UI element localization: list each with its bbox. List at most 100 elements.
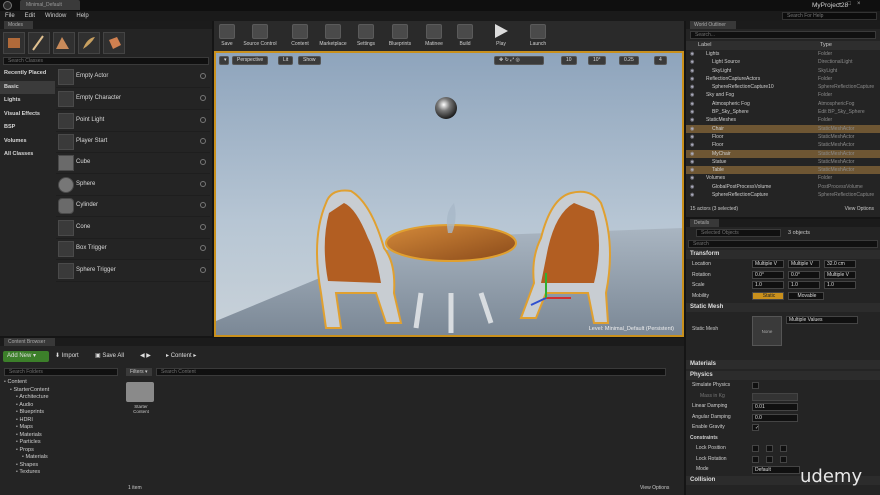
scale-x[interactable]: 1.0 [752, 281, 784, 289]
mass-field[interactable] [752, 392, 798, 401]
menu-file[interactable]: File [5, 11, 15, 21]
outliner-row[interactable]: ◉ Sky and Fog Folder [686, 91, 880, 99]
outliner-view-options[interactable]: View Options [845, 206, 874, 212]
content-view-options[interactable]: View Options [640, 485, 669, 491]
outliner-row[interactable]: ◉ Floor StaticMeshActor [686, 133, 880, 141]
place-item-empty-character[interactable]: Empty Character [56, 89, 210, 110]
outliner-row[interactable]: ◉ MyChair StaticMeshActor [686, 149, 880, 158]
outliner-row[interactable]: ◉ GlobalPostProcessVolume PostProcessVolum… [686, 183, 880, 191]
place-item-cube[interactable]: Cube [56, 153, 210, 174]
visibility-eye-icon[interactable]: ◉ [690, 125, 694, 133]
folder-tree-item[interactable]: ▪ Materials [4, 454, 120, 462]
folder-tree-item[interactable]: ▪ Content [4, 379, 120, 387]
visibility-eye-icon[interactable]: ◉ [690, 100, 694, 108]
outliner-row[interactable]: ◉ Lights Folder [686, 50, 880, 58]
place-item-sphere[interactable]: Sphere [56, 175, 210, 196]
details-tab[interactable]: Details [686, 219, 880, 227]
visibility-eye-icon[interactable]: ◉ [690, 158, 694, 166]
place-item-player-start[interactable]: Player Start [56, 132, 210, 153]
category-volumes[interactable]: Volumes [0, 135, 55, 149]
visibility-eye-icon[interactable]: ◉ [690, 150, 694, 158]
static-mesh-section[interactable]: Static Mesh [686, 303, 880, 312]
visibility-eye-icon[interactable]: ◉ [690, 75, 694, 83]
camera-speed[interactable]: 4 [654, 56, 667, 65]
lock-rotation-y-checkbox[interactable] [766, 455, 773, 463]
folder-tree-item[interactable]: ▪ Materials [4, 432, 120, 440]
visibility-eye-icon[interactable]: ◉ [690, 183, 694, 191]
category-all-classes[interactable]: All Classes [0, 148, 55, 162]
window-controls[interactable]: –□× [838, 1, 866, 7]
outliner-row[interactable]: ◉ Floor StaticMeshActor [686, 141, 880, 149]
menu-help[interactable]: Help [76, 11, 88, 21]
outliner-row[interactable]: ◉ BP_Sky_Sphere Edit BP_Sky_Sphere [686, 108, 880, 116]
visibility-eye-icon[interactable]: ◉ [690, 58, 694, 66]
modes-tab[interactable]: Modes [0, 21, 212, 29]
lock-rotation-z-checkbox[interactable] [780, 455, 787, 463]
details-search-input[interactable]: Search [688, 240, 878, 248]
search-content-input[interactable]: Search Content [156, 368, 666, 376]
visibility-eye-icon[interactable]: ◉ [690, 191, 694, 199]
outliner-row[interactable]: ◉ Chair StaticMeshActor [686, 124, 880, 133]
world-outliner-tab[interactable]: World Outliner [686, 21, 880, 29]
location-z[interactable]: 32.0 cm [824, 260, 856, 268]
help-icon[interactable] [200, 117, 206, 123]
filters-button[interactable]: Filters ▾ [126, 368, 152, 376]
help-icon[interactable] [200, 245, 206, 251]
place-item-sphere-trigger[interactable]: Sphere Trigger [56, 261, 210, 282]
help-icon[interactable] [200, 267, 206, 273]
help-icon[interactable] [200, 181, 206, 187]
rotation-x[interactable]: 0.0° [752, 270, 784, 279]
folder-tree-item[interactable]: ▪ Blueprints [4, 409, 120, 417]
folder-tree-item[interactable]: ▪ HDRI [4, 417, 120, 425]
level-viewport[interactable]: ▾ Perspective Lit Show ✥ ↻ ⤢ ◎ 10 10° 0.… [214, 51, 684, 337]
visibility-eye-icon[interactable]: ◉ [690, 116, 694, 124]
place-item-point-light[interactable]: Point Light [56, 111, 210, 132]
help-icon[interactable] [200, 159, 206, 165]
visibility-eye-icon[interactable]: ◉ [690, 174, 694, 182]
save-button[interactable]: Save [216, 21, 238, 51]
scale-snap[interactable]: 0.25 [619, 56, 639, 65]
outliner-row[interactable]: ◉ Statue StaticMeshActor [686, 158, 880, 166]
visibility-eye-icon[interactable]: ◉ [690, 67, 694, 75]
visibility-eye-icon[interactable]: ◉ [690, 50, 694, 58]
matinee-button[interactable]: Matinee [420, 21, 448, 51]
mode-dropdown[interactable]: Default [752, 466, 800, 474]
category-recently-placed[interactable]: Recently Placed [0, 67, 55, 81]
search-classes-input[interactable]: Search Classes [3, 57, 209, 65]
outliner-row[interactable]: ◉ Light Source DirectionalLight [686, 58, 880, 66]
search-folders-input[interactable]: Search Folders [4, 368, 118, 376]
help-search-input[interactable]: Search For Help [782, 12, 877, 20]
enable-gravity-checkbox[interactable]: ✓ [752, 424, 759, 431]
static-mesh-dropdown[interactable]: Multiple Values [786, 316, 858, 324]
scale-y[interactable]: 1.0 [788, 281, 820, 289]
rotation-y[interactable]: 0.0° [788, 270, 820, 279]
category-visual-effects[interactable]: Visual Effects [0, 108, 55, 122]
visibility-eye-icon[interactable]: ◉ [690, 166, 694, 174]
location-y[interactable]: Multiple V [788, 260, 820, 268]
category-lights[interactable]: Lights [0, 94, 55, 108]
mesh-thumbnail[interactable]: None [752, 316, 782, 346]
menu-window[interactable]: Window [45, 11, 66, 21]
build-button[interactable]: Build [452, 21, 478, 51]
selected-objects-field[interactable]: Selected Objects [696, 229, 781, 237]
folder-tree-item[interactable]: ▪ Particles [4, 439, 120, 447]
linear-damping-field[interactable]: 0.01 [752, 403, 798, 411]
outliner-row[interactable]: ◉ Table StaticMeshActor [686, 166, 880, 175]
transform-section[interactable]: Transform [686, 250, 880, 259]
blueprints-button[interactable]: Blueprints [384, 21, 416, 51]
location-x[interactable]: Multiple V [752, 260, 784, 268]
help-icon[interactable] [200, 73, 206, 79]
outliner-row[interactable]: ◉ SkyLight SkyLight [686, 67, 880, 75]
outliner-row[interactable]: ◉ StaticMeshes Folder [686, 116, 880, 124]
rotation-snap[interactable]: 10° [588, 56, 606, 65]
lock-position-y-checkbox[interactable] [766, 445, 773, 452]
outliner-row[interactable]: ◉ ReflectionCaptureActors Folder [686, 75, 880, 83]
history-nav[interactable]: ◀ ▶ [140, 351, 164, 362]
content-browser-tab[interactable]: Content Browser [0, 338, 684, 346]
path-breadcrumb[interactable]: ▸ Content ▸ [166, 351, 206, 362]
outliner-row[interactable]: ◉ Volumes Folder [686, 174, 880, 182]
play-button[interactable]: Play [488, 21, 514, 51]
grid-snap[interactable]: 10 [561, 56, 577, 65]
lock-position-x-checkbox[interactable] [752, 445, 759, 452]
visibility-eye-icon[interactable]: ◉ [690, 133, 694, 141]
